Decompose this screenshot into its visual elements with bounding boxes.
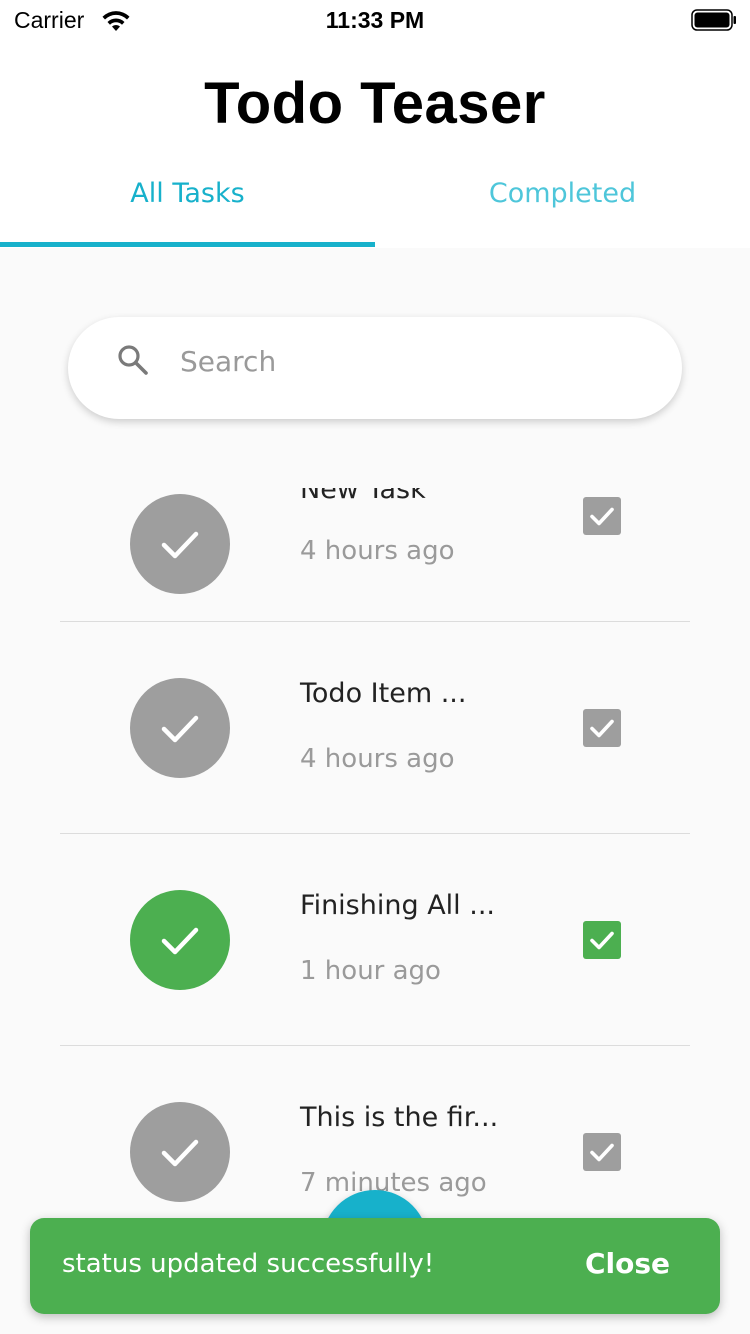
task-status-avatar[interactable] [130,1102,230,1202]
task-checkbox[interactable] [583,921,621,959]
list-item[interactable]: Finishing All ... 1 hour ago [0,840,750,1052]
divider [60,621,690,622]
check-icon [590,1143,614,1162]
search-icon [118,345,148,375]
task-checkbox[interactable] [583,1133,621,1171]
battery-icon [691,9,736,31]
task-status-avatar[interactable] [130,494,230,594]
check-icon [590,507,614,526]
check-icon [161,927,199,955]
task-time: 1 hour ago [300,956,441,986]
task-checkbox[interactable] [583,497,621,535]
divider [60,1045,690,1046]
page-title: Todo Teaser [204,71,546,136]
check-icon [161,1139,199,1167]
task-title: Finishing All ... [300,890,495,921]
snackbar-message: status updated successfully! [62,1249,435,1279]
list-item[interactable]: New Task 4 hours ago [0,488,750,628]
list-item[interactable]: Todo Item ... 4 hours ago [0,628,750,840]
app-header: Todo Teaser All Tasks Completed [0,40,750,248]
tab-completed[interactable]: Completed [375,178,750,209]
task-time: 4 hours ago [300,536,455,566]
task-status-avatar[interactable] [130,890,230,990]
task-checkbox[interactable] [583,709,621,747]
clock: 11:33 PM [325,7,425,33]
snackbar: status updated successfully! Close [30,1218,720,1314]
check-icon [161,531,199,559]
status-bar: Carrier 11:33 PM [0,0,750,40]
snackbar-close-button[interactable]: Close [585,1247,670,1280]
tab-indicator [0,242,375,247]
search-input[interactable] [180,339,640,383]
divider [60,833,690,834]
task-title: Todo Item ... [300,678,467,709]
check-icon [590,931,614,950]
task-title: New Task [300,488,426,505]
check-icon [590,719,614,738]
task-status-avatar[interactable] [130,678,230,778]
check-icon [161,715,199,743]
tab-all-tasks[interactable]: All Tasks [0,178,375,209]
task-title: This is the fir... [300,1102,499,1133]
task-time: 4 hours ago [300,744,455,774]
